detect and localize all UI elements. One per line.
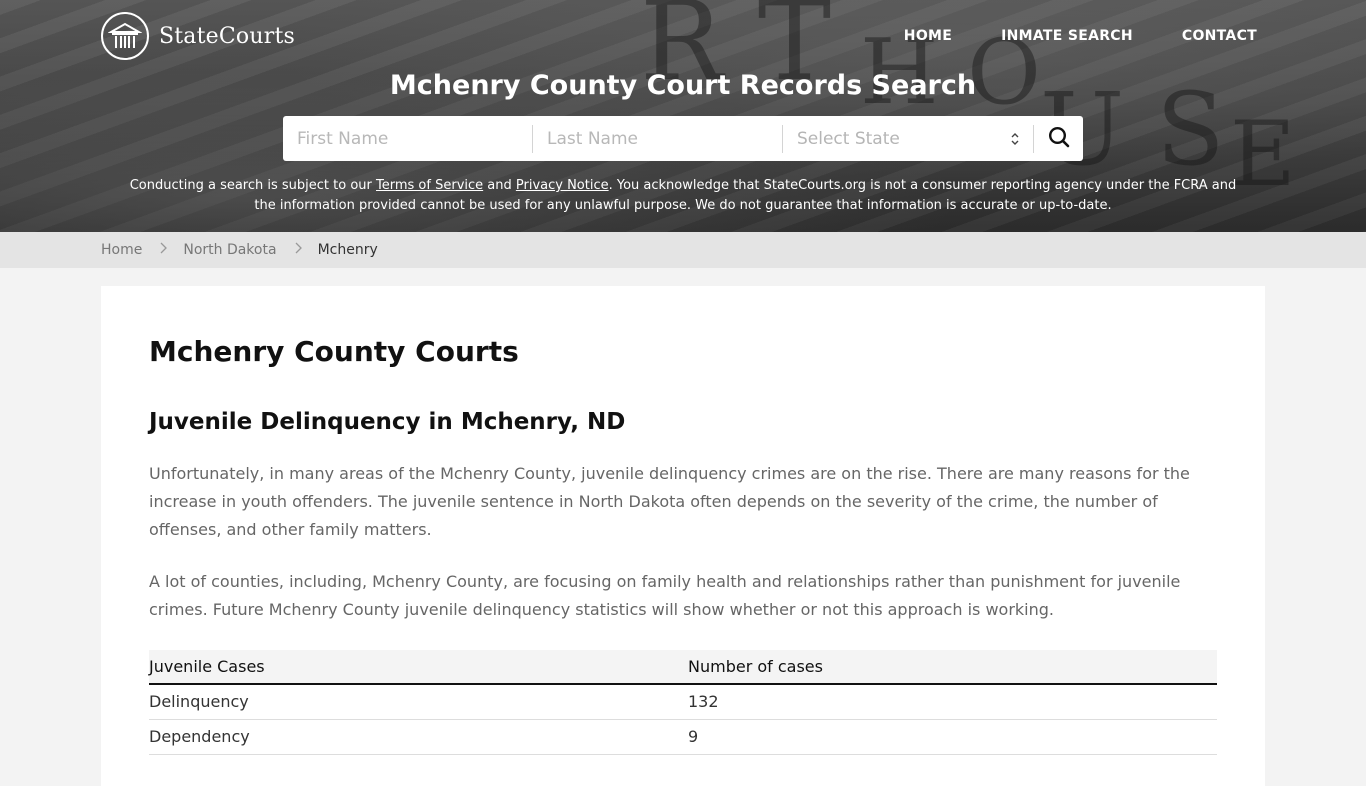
disclaimer-text: Conducting a search is subject to our (129, 178, 377, 193)
top-navbar: StateCourts HOME INMATE SEARCH CONTACT (101, 10, 1265, 62)
case-count: 132 (688, 684, 1217, 720)
page-title: Mchenry County Courts (149, 335, 519, 368)
section-title: Juvenile Delinquency in Mchenry, ND (149, 409, 626, 435)
breadcrumb-current: Mchenry (317, 242, 378, 258)
nav-contact[interactable]: CONTACT (1182, 28, 1257, 44)
main-content: Mchenry County Courts Juvenile Delinquen… (101, 286, 1265, 786)
privacy-notice-link[interactable]: Privacy Notice (516, 178, 609, 193)
terms-of-service-link[interactable]: Terms of Service (376, 178, 483, 193)
juvenile-cases-table: Juvenile Cases Number of cases Delinquen… (149, 650, 1217, 755)
column-header: Juvenile Cases (149, 650, 688, 685)
search-icon (1048, 126, 1070, 152)
paragraph: A lot of counties, including, Mchenry Co… (149, 572, 1181, 619)
case-type: Dependency (149, 719, 688, 755)
select-arrows-icon (1011, 132, 1019, 146)
breadcrumb-north-dakota[interactable]: North Dakota (183, 242, 276, 258)
nav-home[interactable]: HOME (904, 28, 952, 44)
table-header-row: Juvenile Cases Number of cases (149, 650, 1217, 685)
state-select[interactable]: Select State (783, 116, 1033, 161)
search-disclaimer: Conducting a search is subject to our Te… (120, 176, 1246, 216)
chevron-right-icon (295, 242, 302, 258)
first-name-field-wrap (283, 116, 532, 161)
table-row: Dependency 9 (149, 719, 1217, 755)
case-count: 9 (688, 719, 1217, 755)
main-nav: HOME INMATE SEARCH CONTACT (904, 28, 1257, 44)
breadcrumb-home[interactable]: Home (101, 242, 142, 258)
breadcrumb: Home North Dakota Mchenry (0, 232, 1366, 268)
case-type: Delinquency (149, 684, 688, 720)
column-header: Number of cases (688, 650, 1217, 685)
state-select-value: Select State (797, 128, 900, 149)
courthouse-icon (101, 12, 149, 60)
search-title: Mchenry County Court Records Search (389, 70, 977, 101)
search-button[interactable] (1034, 116, 1083, 161)
table-row: Delinquency 132 (149, 684, 1217, 720)
logo[interactable]: StateCourts (101, 12, 295, 60)
hero-banner: R T H O U S E StateCourts HOME INMATE SE… (0, 0, 1366, 232)
last-name-field-wrap (533, 116, 782, 161)
nav-inmate-search[interactable]: INMATE SEARCH (1001, 28, 1133, 44)
chevron-right-icon (160, 242, 168, 258)
disclaimer-text: and (483, 178, 516, 193)
paragraph: Unfortunately, in many areas of the Mche… (149, 464, 1190, 539)
search-form: Select State (283, 116, 1083, 161)
brand-name: StateCourts (159, 23, 295, 49)
first-name-input[interactable] (297, 128, 532, 149)
last-name-input[interactable] (547, 128, 782, 149)
